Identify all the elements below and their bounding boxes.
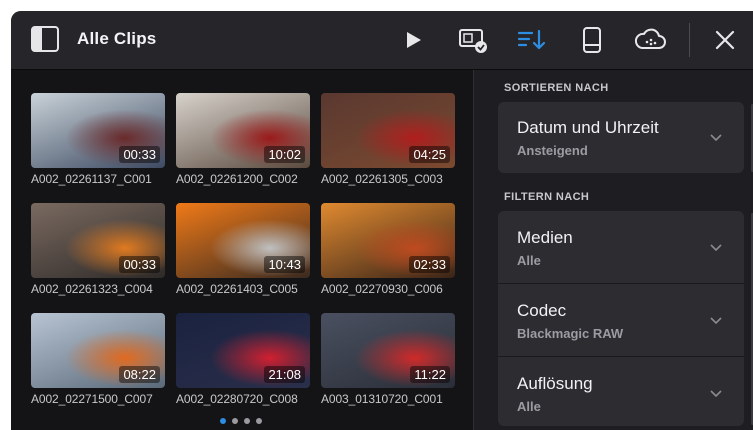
filter-item-aufloesung[interactable]: Auflösung Alle xyxy=(498,357,744,426)
clip-name: A003_01310720_C001 xyxy=(321,392,443,406)
sort-icon[interactable] xyxy=(515,24,549,56)
close-icon[interactable] xyxy=(713,24,737,56)
clip-name: A002_02261403_C005 xyxy=(176,282,298,296)
filter-item-medien[interactable]: Medien Alle xyxy=(498,211,744,282)
clip-thumbnail: 10:43 xyxy=(176,203,310,278)
sort-section-label: SORTIEREN NACH xyxy=(504,82,609,94)
filter-title: Medien xyxy=(517,228,573,247)
chevron-down-icon xyxy=(710,317,722,325)
card-check-icon[interactable] xyxy=(455,24,491,56)
chevron-down-icon xyxy=(710,244,722,252)
page-title: Alle Clips xyxy=(77,29,157,48)
cloud-icon[interactable] xyxy=(632,24,668,56)
clip-duration: 10:43 xyxy=(264,256,305,273)
filter-value: Alle xyxy=(517,399,541,414)
clip-duration: 04:25 xyxy=(409,146,450,163)
clip-duration: 08:22 xyxy=(119,366,160,383)
clip-thumbnail: 02:33 xyxy=(321,203,455,278)
app-window: Alle Clips 00:33 A002_02261137_C001 10:0… xyxy=(11,11,753,430)
page-indicator xyxy=(220,418,262,424)
filter-title: Codec xyxy=(517,301,567,320)
clip-thumbnail: 11:22 xyxy=(321,313,455,388)
clip-tile[interactable]: 11:22 A003_01310720_C001 xyxy=(321,313,461,406)
clip-duration: 02:33 xyxy=(409,256,450,273)
clip-name: A002_02261137_C001 xyxy=(31,172,152,186)
clip-duration: 10:02 xyxy=(264,146,305,163)
filter-value: Alle xyxy=(517,253,541,268)
play-icon[interactable] xyxy=(403,24,425,56)
filter-item-codec[interactable]: Codec Blackmagic RAW xyxy=(498,284,744,355)
clip-thumbnail: 08:22 xyxy=(31,313,165,388)
filter-section-label: FILTERN NACH xyxy=(504,191,590,203)
clip-name: A002_02261305_C003 xyxy=(321,172,443,186)
clip-name: A002_02261200_C002 xyxy=(176,172,298,186)
clip-tile[interactable]: 08:22 A002_02271500_C007 xyxy=(31,313,171,406)
clip-thumbnail: 04:25 xyxy=(321,93,455,168)
sort-dropdown[interactable]: Datum und Uhrzeit Ansteigend xyxy=(498,102,744,173)
clip-thumbnail: 00:33 xyxy=(31,203,165,278)
sort-filter-panel: SORTIEREN NACH Datum und Uhrzeit Ansteig… xyxy=(473,70,753,430)
clip-name: A002_02280720_C008 xyxy=(176,392,298,406)
clip-name: A002_02270930_C006 xyxy=(321,282,443,296)
clip-tile[interactable]: 04:25 A002_02261305_C003 xyxy=(321,93,461,186)
clip-duration: 00:33 xyxy=(119,146,160,163)
clip-tile[interactable]: 21:08 A002_02280720_C008 xyxy=(176,313,316,406)
clip-duration: 11:22 xyxy=(410,366,450,383)
sort-value: Ansteigend xyxy=(517,143,588,158)
clip-tile[interactable]: 10:02 A002_02261200_C002 xyxy=(176,93,316,186)
clip-duration: 21:08 xyxy=(264,366,305,383)
panel-toggle-icon[interactable] xyxy=(31,26,59,52)
drive-icon[interactable] xyxy=(579,24,605,56)
page-dot[interactable] xyxy=(220,418,226,424)
clip-tile[interactable]: 00:33 A002_02261137_C001 xyxy=(31,93,171,186)
chevron-down-icon xyxy=(710,390,722,398)
clip-duration: 00:33 xyxy=(119,256,160,273)
clip-thumbnail: 10:02 xyxy=(176,93,310,168)
filter-value: Blackmagic RAW xyxy=(517,326,624,341)
clip-tile[interactable]: 00:33 A002_02261323_C004 xyxy=(31,203,171,296)
clip-thumbnail: 21:08 xyxy=(176,313,310,388)
clip-tile[interactable]: 10:43 A002_02261403_C005 xyxy=(176,203,316,296)
filter-list: Medien Alle Codec Blackmagic RAW Auflösu… xyxy=(498,211,744,426)
page-dot[interactable] xyxy=(256,418,262,424)
clip-name: A002_02261323_C004 xyxy=(31,282,153,296)
clip-thumbnail: 00:33 xyxy=(31,93,165,168)
page-dot[interactable] xyxy=(232,418,238,424)
sort-title: Datum und Uhrzeit xyxy=(517,118,659,137)
filter-title: Auflösung xyxy=(517,374,593,393)
clip-name: A002_02271500_C007 xyxy=(31,392,153,406)
page-dot[interactable] xyxy=(244,418,250,424)
header-divider xyxy=(689,23,690,57)
header-bar: Alle Clips xyxy=(11,11,753,70)
chevron-down-icon xyxy=(710,134,722,142)
clip-tile[interactable]: 02:33 A002_02270930_C006 xyxy=(321,203,461,296)
clip-grid: 00:33 A002_02261137_C001 10:02 A002_0226120… xyxy=(11,70,473,430)
